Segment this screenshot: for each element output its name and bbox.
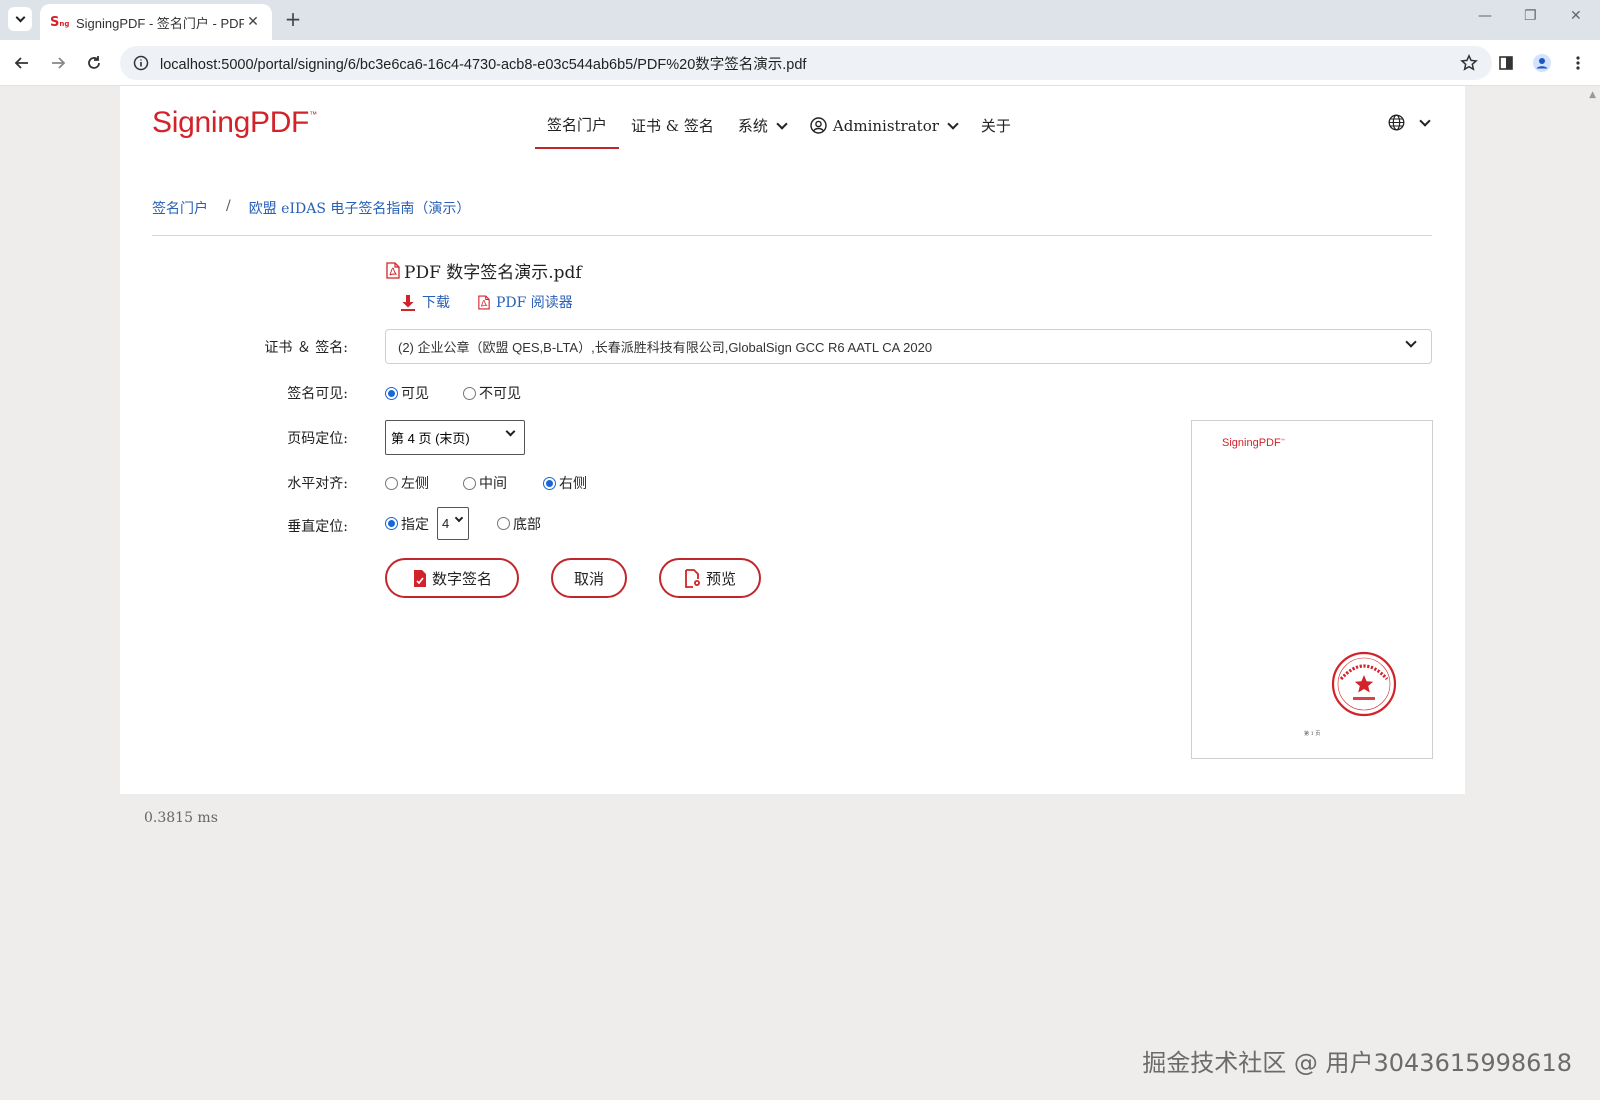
watermark: 掘金技术社区 @ 用户3043615998618 (1142, 1049, 1572, 1077)
valign-option-specified[interactable]: 指定 (385, 514, 429, 534)
breadcrumb-home-link[interactable]: 签名门户 (152, 198, 208, 218)
visible-radio-group: 可见 不可见 (385, 383, 521, 403)
pdf-file-icon (386, 262, 400, 279)
chevron-down-icon (505, 426, 516, 437)
browser-toolbar: localhost:5000/portal/signing/6/bc3e6ca6… (0, 40, 1600, 86)
page-card: SigningPDF™ 签名门户 证书 & 签名 系统 Administrato… (120, 86, 1465, 794)
chevron-down-icon (947, 117, 959, 130)
page-label: 页码定位: (287, 431, 348, 447)
profile-avatar-icon[interactable] (1530, 51, 1554, 75)
site-info-icon[interactable] (132, 54, 150, 72)
radio-unchecked[interactable] (385, 476, 398, 490)
nav-signing-portal[interactable]: 签名门户 (535, 110, 620, 149)
divider (152, 235, 1432, 236)
minimize-icon[interactable]: — (1478, 8, 1492, 24)
user-circle-icon (810, 117, 827, 134)
nav-certificates[interactable]: 证书 & 签名 (619, 111, 726, 148)
radio-checked[interactable] (385, 517, 398, 530)
browser-tab[interactable]: Sng SigningPDF - 签名门户 - PDF ✕ (40, 4, 272, 40)
address-bar[interactable]: localhost:5000/portal/signing/6/bc3e6ca6… (120, 46, 1492, 80)
tab-search-button[interactable] (8, 7, 32, 31)
halign-option-center[interactable]: 中间 (463, 473, 543, 493)
radio-checked[interactable] (543, 476, 556, 490)
company-seal-stamp (1331, 651, 1397, 717)
page-select-value: 第 4 页 (末页) (391, 431, 470, 446)
halign-radio-group: 左侧 中间 右侧 (385, 473, 587, 493)
file-search-icon (685, 568, 700, 588)
forward-button[interactable] (46, 51, 70, 75)
reload-button[interactable] (82, 51, 106, 75)
halign-option-right[interactable]: 右侧 (543, 473, 587, 493)
nav-user-menu[interactable]: Administrator (798, 113, 969, 147)
preview-button[interactable]: 预览 (659, 558, 761, 598)
chevron-down-icon (776, 117, 788, 130)
radio-unchecked[interactable] (497, 517, 510, 530)
radio-unchecked[interactable] (463, 476, 476, 490)
bookmark-star-icon[interactable] (1460, 53, 1478, 76)
nav-system[interactable]: 系统 (726, 111, 798, 148)
breadcrumb-separator: / (226, 198, 231, 214)
cert-select[interactable]: (2) 企业公章（欧盟 QES,B-LTA）,长春派胜科技有限公司,Global… (385, 329, 1432, 364)
chevron-down-icon (1419, 114, 1431, 127)
preview-brand-logo: SigningPDF™ (1222, 437, 1285, 449)
breadcrumb: 签名门户 / 欧盟 eIDAS 电子签名指南（演示） (152, 198, 470, 218)
close-window-icon[interactable]: ✕ (1570, 8, 1582, 24)
signature-preview-page: SigningPDF™ 第 1 页 (1191, 420, 1433, 759)
valign-radio-group: 指定 4 底部 (385, 507, 541, 540)
visible-option-hidden[interactable]: 不可见 (463, 383, 521, 403)
cert-select-value: (2) 企业公章（欧盟 QES,B-LTA）,长春派胜科技有限公司,Global… (398, 340, 933, 355)
valign-option-bottom[interactable]: 底部 (497, 514, 541, 534)
side-panel-icon[interactable] (1494, 51, 1518, 75)
file-signature-icon (413, 569, 426, 587)
halign-label: 水平对齐: (287, 476, 348, 492)
download-icon (401, 294, 415, 311)
breadcrumb-current-link[interactable]: 欧盟 eIDAS 电子签名指南（演示） (249, 198, 471, 218)
brand-logo[interactable]: SigningPDF™ (152, 106, 317, 140)
valign-label: 垂直定位: (287, 519, 348, 535)
cert-label: 证书 ＆ 签名: (264, 340, 348, 356)
halign-option-left[interactable]: 左侧 (385, 473, 463, 493)
file-name: PDF 数字签名演示.pdf (404, 263, 582, 283)
pdf-reader-link[interactable]: PDF 阅读器 (478, 292, 573, 312)
file-title: PDF 数字签名演示.pdf (386, 258, 582, 283)
main-nav: 签名门户 证书 & 签名 系统 Administrator 关于 (535, 110, 1023, 149)
visible-label: 签名可见: (287, 386, 348, 402)
pdf-file-icon (478, 295, 490, 309)
nav-about[interactable]: 关于 (969, 111, 1023, 148)
language-switcher[interactable] (1388, 114, 1431, 131)
chevron-down-icon (1405, 336, 1417, 348)
url-text[interactable]: localhost:5000/portal/signing/6/bc3e6ca6… (160, 53, 806, 74)
reload-icon (88, 56, 100, 69)
download-link[interactable]: 下载 (400, 292, 450, 312)
digital-sign-button[interactable]: 数字签名 (385, 558, 519, 598)
radio-unchecked[interactable] (463, 386, 476, 400)
chevron-down-icon (15, 12, 25, 23)
new-tab-button[interactable]: + (282, 8, 304, 30)
visible-option-visible[interactable]: 可见 (385, 383, 463, 403)
chevron-down-icon (454, 513, 464, 523)
browser-tab-bar: Sng SigningPDF - 签名门户 - PDF ✕ + — ❐ ✕ (0, 0, 1600, 40)
menu-kebab-icon[interactable] (1566, 51, 1590, 75)
valign-number-select[interactable]: 4 (437, 507, 469, 540)
back-button[interactable] (10, 51, 34, 75)
cancel-button[interactable]: 取消 (551, 558, 627, 598)
scrollbar-up-arrow[interactable]: ▲ (1589, 90, 1596, 100)
globe-icon (1388, 114, 1405, 131)
file-actions: 下载 PDF 阅读器 (400, 292, 573, 312)
page-select[interactable]: 第 4 页 (末页) (385, 420, 525, 455)
preview-page-number: 第 1 页 (1304, 731, 1321, 737)
render-timing: 0.3815 ms (144, 810, 218, 826)
tab-title: SigningPDF - 签名门户 - PDF (76, 15, 244, 31)
close-tab-icon[interactable]: ✕ (244, 14, 262, 30)
radio-checked[interactable] (385, 386, 398, 400)
restore-icon[interactable]: ❐ (1524, 8, 1537, 24)
favicon-icon: Sng (50, 14, 70, 30)
arrow-left-icon (14, 57, 28, 69)
arrow-right-icon (52, 57, 66, 69)
